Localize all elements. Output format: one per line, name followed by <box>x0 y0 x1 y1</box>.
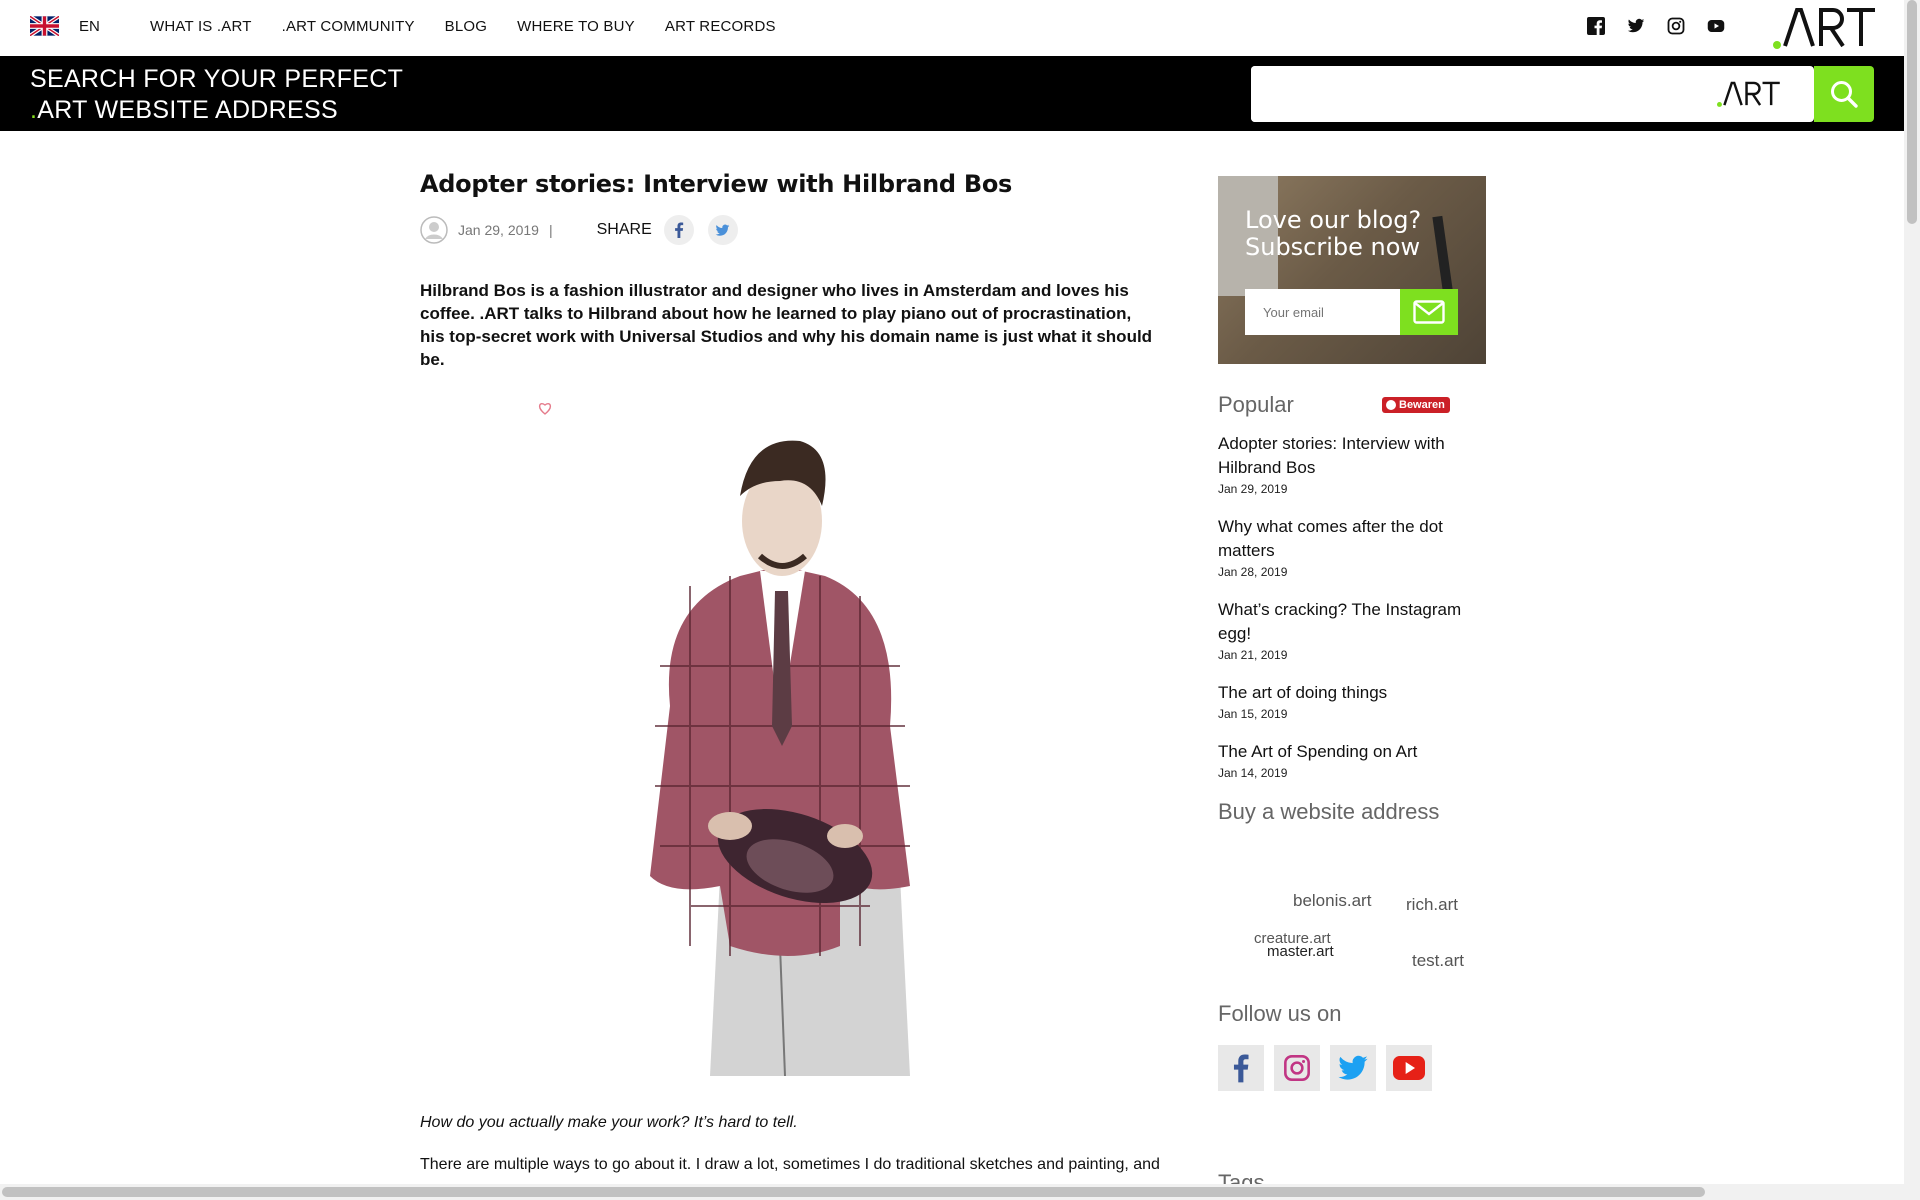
subscribe-title-line2: Subscribe now <box>1245 233 1421 261</box>
interview-answer: There are multiple ways to go about it. … <box>420 1156 1160 1173</box>
domain-tag[interactable]: belonis.art <box>1293 891 1371 911</box>
domain-tag[interactable]: master.art <box>1267 943 1334 960</box>
blog-article: Adopter stories: Interview with Hilbrand… <box>420 170 1160 1173</box>
share-twitter-button[interactable] <box>707 215 738 245</box>
follow-heading: Follow us on <box>1218 1001 1342 1026</box>
article-title: Adopter stories: Interview with Hilbrand… <box>420 170 1013 198</box>
nav-art-community[interactable]: .ART COMMUNITY <box>282 18 415 35</box>
heart-icon[interactable] <box>538 402 552 415</box>
pin-label: Bewaren <box>1399 399 1445 411</box>
art-logo[interactable] <box>1773 6 1877 50</box>
facebook-icon <box>1233 1054 1249 1083</box>
popular-post[interactable]: What’s cracking? The Instagram egg! Jan … <box>1218 598 1486 662</box>
article-meta: Jan 29, 2019 | SHARE <box>420 215 1160 245</box>
popular-post-date: Jan 15, 2019 <box>1218 707 1288 721</box>
twitter-icon[interactable] <box>1627 17 1645 35</box>
horizontal-scrollbar[interactable] <box>0 1184 1904 1200</box>
domain-tag-cloud: belonis.art rich.art creature.art master… <box>1218 825 1486 1001</box>
nav-where-to-buy[interactable]: WHERE TO BUY <box>517 18 635 35</box>
subscribe-title-line1: Love our blog? <box>1245 206 1422 234</box>
nav-blog[interactable]: BLOG <box>445 18 487 35</box>
twitter-icon <box>1338 1055 1368 1080</box>
vertical-scrollbar[interactable] <box>1904 0 1920 1200</box>
article-lead: Hilbrand Bos is a fashion illustrator an… <box>420 281 1153 369</box>
subscribe-button[interactable] <box>1400 289 1458 335</box>
horizontal-scroll-thumb[interactable] <box>2 1187 1705 1197</box>
sidebar: Love our blog? Subscribe now Popular Bew… <box>1218 176 1486 1091</box>
meta-separator: | <box>548 222 553 238</box>
subscribe-widget: Love our blog? Subscribe now <box>1218 176 1486 364</box>
follow-social-links <box>1218 1045 1486 1091</box>
top-navigation: EN WHAT IS .ART .ART COMMUNITY BLOG WHER… <box>0 0 1904 56</box>
popular-posts-list: Adopter stories: Interview with Hilbrand… <box>1218 432 1486 780</box>
follow-youtube-button[interactable] <box>1386 1045 1432 1091</box>
subscribe-title: Love our blog? Subscribe now <box>1245 207 1421 261</box>
uk-flag-icon <box>30 16 59 36</box>
facebook-icon <box>674 222 683 238</box>
popular-post-title[interactable]: Adopter stories: Interview with Hilbrand… <box>1218 432 1486 480</box>
popular-post[interactable]: The Art of Spending on Art Jan 14, 2019 <box>1218 740 1486 780</box>
art-suffix-logo <box>1717 81 1780 107</box>
popular-post-date: Jan 28, 2019 <box>1218 565 1288 579</box>
article-illustration <box>650 440 910 1077</box>
instagram-icon <box>1284 1055 1310 1081</box>
main-menu: WHAT IS .ART .ART COMMUNITY BLOG WHERE T… <box>150 18 776 35</box>
domain-search-input[interactable] <box>1251 66 1691 122</box>
banner-title: SEARCH FOR YOUR PERFECT .ART WEBSITE ADD… <box>30 64 403 126</box>
search-icon <box>1831 81 1858 108</box>
youtube-icon[interactable] <box>1707 17 1725 35</box>
popular-post-date: Jan 29, 2019 <box>1218 482 1288 496</box>
search-button[interactable] <box>1814 66 1874 122</box>
domain-tag[interactable]: test.art <box>1412 951 1464 971</box>
header-social-links <box>1587 17 1725 35</box>
share-label: SHARE <box>596 221 652 238</box>
language-code: EN <box>79 17 100 35</box>
language-selector[interactable]: EN <box>30 16 100 36</box>
popular-post-title[interactable]: The art of doing things <box>1218 681 1486 705</box>
twitter-icon <box>715 224 730 236</box>
instagram-icon[interactable] <box>1667 17 1685 35</box>
follow-instagram-button[interactable] <box>1274 1045 1320 1091</box>
follow-twitter-button[interactable] <box>1330 1045 1376 1091</box>
pinterest-icon <box>1386 400 1396 410</box>
pinterest-save-button[interactable]: Bewaren <box>1382 397 1450 413</box>
popular-header: Popular Bewaren <box>1218 392 1486 418</box>
interview-question: How do you actually make your work? It’s… <box>420 1114 798 1131</box>
popular-post-title[interactable]: The Art of Spending on Art <box>1218 740 1486 764</box>
popular-post[interactable]: The art of doing things Jan 15, 2019 <box>1218 681 1486 721</box>
subscribe-email-input[interactable] <box>1245 289 1402 335</box>
popular-post[interactable]: Adopter stories: Interview with Hilbrand… <box>1218 432 1486 496</box>
search-banner: SEARCH FOR YOUR PERFECT .ART WEBSITE ADD… <box>0 56 1904 131</box>
domain-search-box <box>1251 66 1814 122</box>
banner-title-line2-wrap: .ART WEBSITE ADDRESS <box>30 95 403 126</box>
envelope-icon <box>1413 300 1445 324</box>
youtube-icon <box>1393 1056 1425 1080</box>
popular-post[interactable]: Why what comes after the dot matters Jan… <box>1218 515 1486 579</box>
buy-address-heading: Buy a website address <box>1218 799 1440 824</box>
facebook-icon[interactable] <box>1587 17 1605 35</box>
popular-post-title[interactable]: What’s cracking? The Instagram egg! <box>1218 598 1486 646</box>
share-facebook-button[interactable] <box>663 215 694 245</box>
nav-art-records[interactable]: ART RECORDS <box>665 18 776 35</box>
article-date: Jan 29, 2019 <box>458 222 539 238</box>
domain-tag[interactable]: rich.art <box>1406 895 1458 915</box>
popular-post-date: Jan 14, 2019 <box>1218 766 1288 780</box>
vertical-scroll-thumb[interactable] <box>1907 0 1917 224</box>
follow-facebook-button[interactable] <box>1218 1045 1264 1091</box>
author-avatar-icon <box>420 216 448 244</box>
popular-post-title[interactable]: Why what comes after the dot matters <box>1218 515 1486 563</box>
popular-post-date: Jan 21, 2019 <box>1218 648 1288 662</box>
banner-title-line1: SEARCH FOR YOUR PERFECT <box>30 65 404 93</box>
nav-what-is-art[interactable]: WHAT IS .ART <box>150 18 252 35</box>
banner-title-line2: ART WEBSITE ADDRESS <box>37 96 338 124</box>
